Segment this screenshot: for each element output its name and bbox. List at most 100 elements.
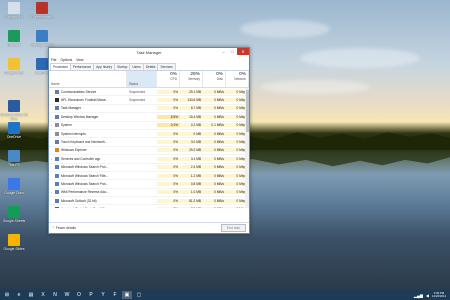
process-row[interactable]: Communications Service Suspended 0% 29.1 MB… — [49, 88, 249, 97]
scrollbar-thumb[interactable] — [245, 90, 249, 132]
process-disk: 0 MB/s — [203, 173, 226, 178]
process-memory: 15.4 MB — [180, 114, 203, 119]
desktop-icon[interactable]: Google Docs — [0, 178, 28, 195]
vertical-scrollbar[interactable] — [245, 88, 249, 208]
clock[interactable]: 3:39 PM 12/20/2014 — [432, 292, 446, 298]
process-name-cell: Communications Service — [49, 89, 127, 94]
onenote-icon[interactable]: N — [50, 291, 60, 299]
column-cpu[interactable]: 0% CPU — [157, 71, 180, 87]
process-memory: 3.0 MB — [180, 140, 203, 145]
column-memory[interactable]: 29% Memory — [180, 71, 203, 87]
yammer-icon[interactable]: Y — [98, 291, 108, 299]
column-name[interactable]: Name — [49, 71, 127, 87]
expand-arrow-icon[interactable]: › — [51, 123, 53, 127]
process-icon — [55, 98, 59, 103]
expand-arrow-icon[interactable]: › — [51, 157, 53, 161]
process-icon — [55, 114, 59, 119]
fewer-details-label: Fewer details — [55, 226, 76, 230]
tab-services[interactable]: Services — [157, 63, 176, 70]
process-row[interactable]: NFL Showdown: Football Mana... Suspended 0… — [49, 96, 249, 105]
column-network[interactable]: 0% Network — [226, 71, 249, 87]
tab-details[interactable]: Details — [142, 63, 159, 70]
menu-options[interactable]: Options — [60, 58, 72, 62]
menu-file[interactable]: File — [51, 58, 56, 62]
firefox-icon[interactable]: F — [110, 291, 120, 299]
desktop-icon-image — [8, 206, 20, 218]
tab-users[interactable]: Users — [129, 63, 144, 70]
process-memory: 25.2 MB — [180, 148, 203, 153]
process-row[interactable]: Microsoft Windows Search Prot... 0% 2.4 MB… — [49, 164, 249, 172]
outlook-icon[interactable]: O — [74, 291, 84, 299]
desktop-icon-label: Recycle Bin — [5, 15, 23, 19]
internet-explorer-icon[interactable]: e — [14, 291, 24, 299]
process-name: Windows Explorer — [61, 148, 87, 153]
desktop-icon[interactable]: Google Sheets — [0, 206, 28, 223]
fewer-details-link[interactable]: ⌃ Fewer details — [52, 226, 76, 230]
network-icon[interactable]: ▂▄▆ — [414, 293, 423, 298]
title-bar[interactable]: Task Manager – □ ✕ — [49, 48, 249, 57]
taskbar-app-icon[interactable]: ▢ — [134, 291, 144, 299]
task-manager-window[interactable]: Task Manager – □ ✕ File Options View Pro… — [48, 47, 250, 234]
powerpoint-icon[interactable]: P — [86, 291, 96, 299]
desktop-icon[interactable]: Getting started — [28, 30, 56, 47]
column-status[interactable]: Status — [127, 71, 157, 87]
expand-arrow-icon[interactable]: › — [51, 190, 53, 194]
process-row[interactable]: › WMI Performance Reverse Ada... 0% 1.0 MB 0… — [49, 189, 249, 198]
process-name-cell: Task Manager — [49, 106, 127, 111]
desktop-icon[interactable]: Google Slides — [0, 234, 28, 251]
process-memory: 29.1 MB — [180, 89, 203, 94]
column-status-label: Status — [129, 82, 139, 86]
desktop-icon[interactable]: OneDrive — [0, 122, 28, 139]
excel-icon[interactable]: X — [38, 291, 48, 299]
desktop-icon[interactable]: This PC — [0, 150, 28, 167]
process-row[interactable]: Windows Explorer 0% 25.2 MB 0 MB/s 0 Mbps — [49, 147, 249, 156]
process-name: WMI Performance Reverse Ada... — [61, 190, 109, 195]
menu-view[interactable]: View — [76, 58, 83, 62]
process-row[interactable]: Microsoft Windows Search Prot... 0% 0.8 MB… — [49, 180, 249, 189]
process-name: Microsoft Windows Search Prot... — [61, 181, 109, 186]
tab-app-history[interactable]: App history — [93, 63, 116, 70]
process-row[interactable]: Task Manager 0% 8.7 MB 0 MB/s 0 Mbps — [49, 105, 249, 114]
desktop-icon[interactable]: Google Drive — [0, 58, 28, 75]
desktop-icon[interactable]: API presentatio... — [28, 2, 56, 19]
process-name-cell: Touch Keyboard and Handwriti... — [49, 140, 127, 145]
process-row[interactable]: Desktop Window Manager 6.5% 15.4 MB 0 MB/s 0… — [49, 113, 249, 122]
process-row[interactable]: Touch Keyboard and Handwriti... 0% 3.0 MB 0… — [49, 138, 249, 147]
desktop-icon-image — [36, 2, 48, 14]
end-task-button[interactable]: End task — [220, 224, 246, 232]
tab-startup[interactable]: Startup — [114, 63, 131, 70]
desktop-icon[interactable]: Windows Store 99 films — [0, 100, 28, 121]
desktop-icon[interactable]: Recycle Bin — [0, 2, 28, 19]
volume-icon[interactable]: ◀ — [426, 293, 429, 298]
process-disk: 0 MB/s — [203, 198, 226, 203]
column-disk[interactable]: 0% Disk — [203, 71, 226, 87]
process-cpu: 0% — [157, 181, 180, 186]
process-row[interactable]: Microsoft Outlook (32 bit) 0% 81.2 MB 0 MB/… — [49, 197, 249, 206]
process-row[interactable]: › Services and Controller app 0% 3.1 MB 0 MB… — [49, 155, 249, 164]
desktop-icon-label: API presentatio... — [28, 15, 55, 19]
process-name-cell: › WMI Performance Reverse Ada... — [49, 190, 127, 195]
process-memory: 1.2 MB — [180, 173, 203, 178]
start-button[interactable]: ⊞ — [2, 291, 12, 299]
minimize-button[interactable]: – — [219, 48, 228, 55]
process-row[interactable]: › System 0.1% 0.2 MB 0.1 MB/s 0 Mbps — [49, 122, 249, 130]
tab-processes[interactable]: Processes — [50, 63, 71, 70]
desktop-icon-image — [8, 122, 20, 134]
task-manager-icon[interactable]: ▣ — [122, 291, 132, 299]
process-cpu: 0% — [157, 165, 180, 170]
process-icon — [55, 165, 59, 170]
close-button[interactable]: ✕ — [237, 48, 249, 55]
process-row[interactable]: Autodesk SketchBook Pro Utility 0%2.5 MB0… — [49, 205, 249, 208]
process-icon — [55, 173, 59, 178]
process-icon — [55, 148, 59, 153]
process-row[interactable]: Microsoft Windows Search Filte... 0% 1.2 M… — [49, 172, 249, 181]
desktop-icon[interactable]: Gravatar — [0, 30, 28, 47]
file-explorer-icon[interactable]: ▤ — [26, 291, 36, 299]
desktop-icon-image — [36, 30, 48, 42]
tab-performance[interactable]: Performance — [69, 63, 95, 70]
word-icon[interactable]: W — [62, 291, 72, 299]
maximize-button[interactable]: □ — [228, 48, 237, 55]
process-name: System interrupts — [61, 131, 86, 136]
sky-cloud — [240, 20, 330, 38]
process-row[interactable]: System interrupts 0% 0 MB 0 MB/s 0 Mbps — [49, 130, 249, 139]
